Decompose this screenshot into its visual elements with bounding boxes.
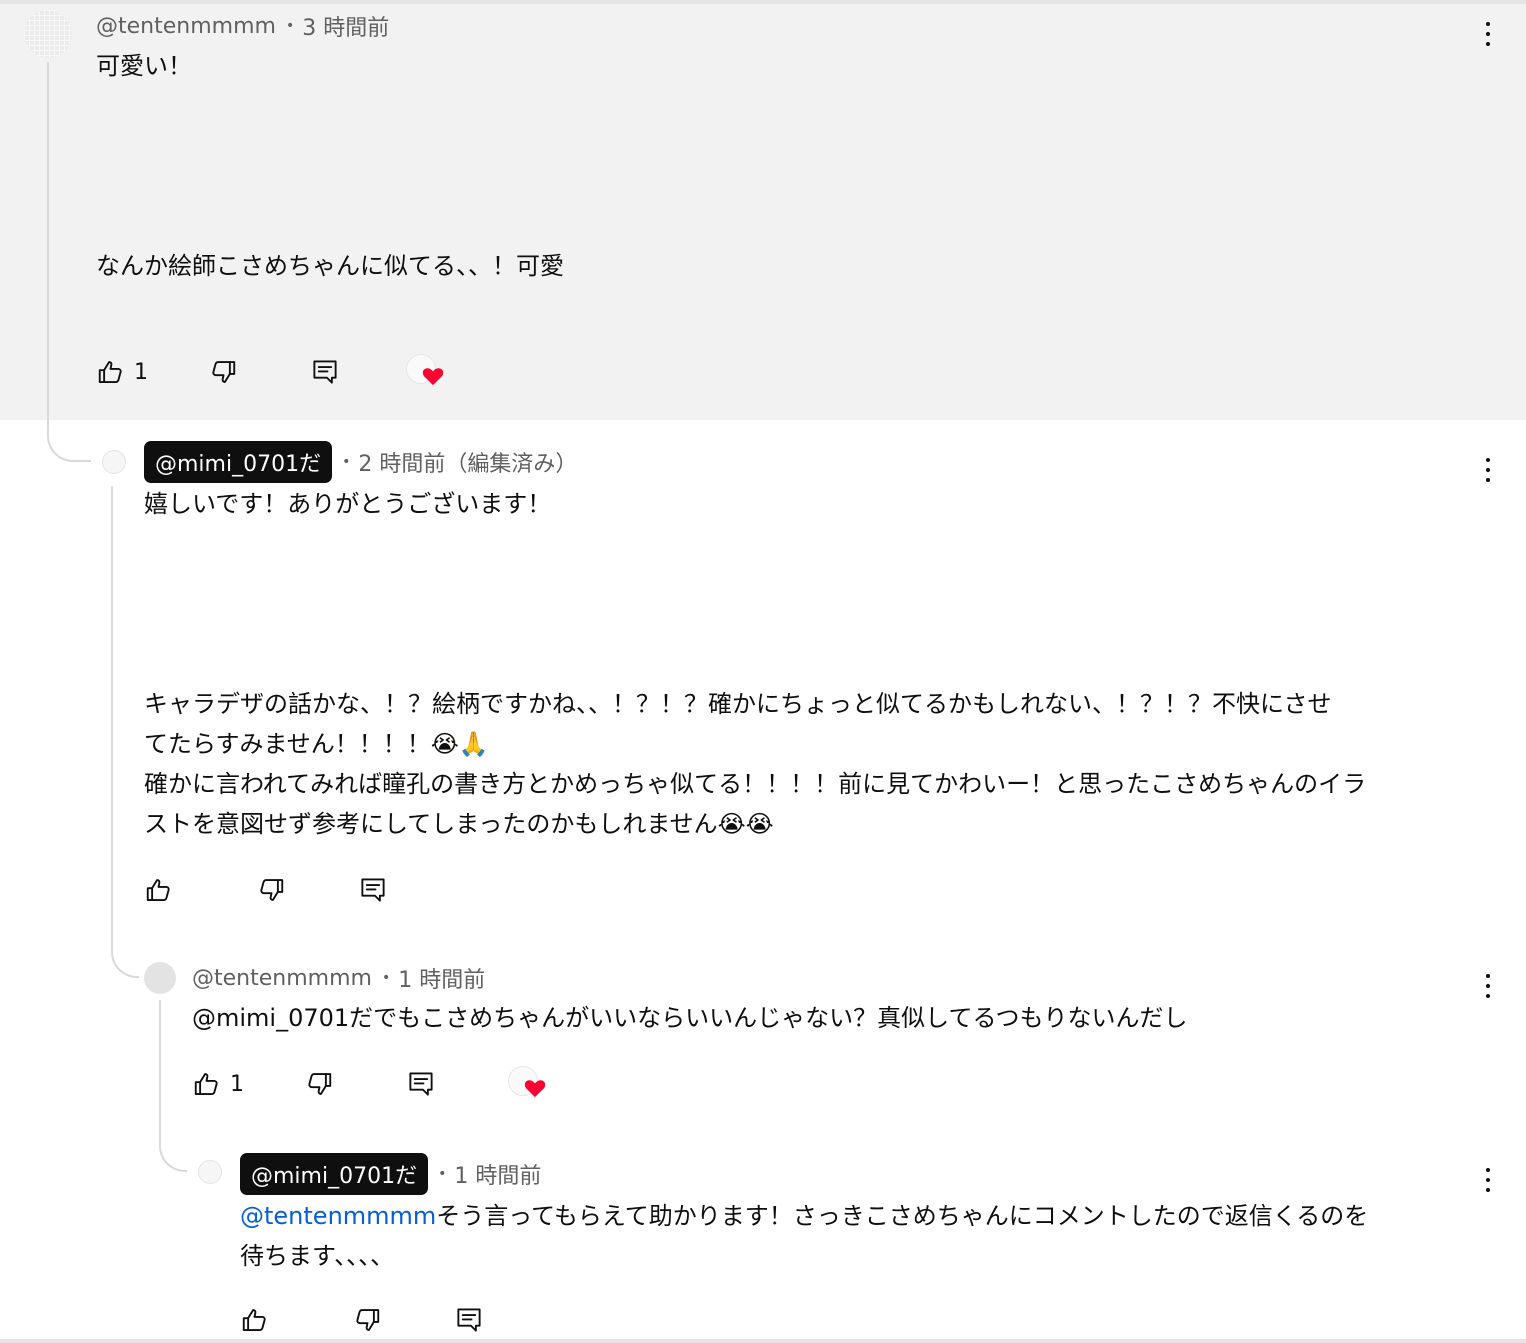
reply-button[interactable] [358,872,388,908]
comment-header: @tentenmmmm • 1 時間前 [192,962,485,994]
like-count: 1 [230,1071,244,1097]
comment-line: @mimi_0701だでもこさめちゃんがいいならいいんじゃない？真似してるつもり… [192,1004,1188,1032]
creator-heart-icon[interactable] [406,354,446,390]
dislike-button[interactable] [304,1066,334,1102]
like-button[interactable] [240,1302,270,1338]
comment-line: てたらすみません！！！！😭🙏 [144,730,489,758]
more-actions-button[interactable] [1478,456,1498,488]
separator-dot: • [381,970,391,986]
more-actions-button[interactable] [1478,20,1498,52]
dislike-button[interactable] [352,1302,382,1338]
comment-text: 可愛い！ なんか絵師こさめちゃんに似てる、、！可愛 [96,46,564,286]
comment-header: @mimi_0701だ • 2 時間前（編集済み） [144,441,577,483]
comment-actions: 1 [96,354,496,390]
dislike-button[interactable] [256,872,286,908]
thumbs-up-icon [240,1305,270,1335]
comment-line: 待ちます、、、、 [240,1242,395,1270]
comment-actions [240,1302,540,1338]
comment-line: 可愛い！ [96,52,192,80]
comment-actions: 1 [192,1066,592,1102]
like-button[interactable]: 1 [192,1066,244,1102]
like-button[interactable] [144,872,174,908]
reply-button[interactable] [454,1302,484,1338]
thumbs-down-icon [352,1305,382,1335]
thread-connector [47,420,91,462]
channel-owner-handle[interactable]: @mimi_0701だ [144,441,333,483]
reply-icon [310,357,340,387]
thread-line [159,1000,161,1130]
comment-text: @tentenmmmmそう言ってもらえて助かります！さっきこさめちゃんにコメント… [240,1196,1368,1276]
separator-dot: • [285,18,295,34]
channel-owner-handle[interactable]: @mimi_0701だ [240,1153,429,1195]
avatar[interactable] [198,1160,222,1184]
timestamp[interactable]: 1 時間前 [454,1158,541,1190]
like-button[interactable]: 1 [96,354,148,390]
timestamp[interactable]: 2 時間前（編集済み） [358,446,577,478]
comment-line: 確かに言われてみれば瞳孔の書き方とかめっちゃ似てる！！！！前に見てかわいー！と思… [144,770,1367,798]
creator-heart-icon[interactable] [508,1066,548,1102]
more-actions-button[interactable] [1478,1166,1498,1198]
comment-line: ストを意図せず参考にしてしまったのかもしれません😭😭 [144,810,774,838]
separator-dot: • [438,1166,447,1182]
thumbs-up-icon [192,1069,222,1099]
comment-line: @tentenmmmmそう言ってもらえて助かります！さっきこさめちゃんにコメント… [240,1196,1368,1236]
author-handle[interactable]: @tentenmmmm [192,966,372,991]
comment-actions [144,872,444,908]
like-count: 1 [134,359,148,385]
thread-line [47,62,49,420]
dislike-button[interactable] [208,354,238,390]
comment-line: キャラデザの話かな、！？絵柄ですかね、、！？！？確かにちょっと似てるかもしれない… [144,690,1332,718]
timestamp[interactable]: 3 時間前 [302,10,389,42]
separator-dot: • [342,454,351,470]
more-actions-button[interactable] [1478,972,1498,1004]
thumbs-up-icon [144,875,174,905]
comment-line: なんか絵師こさめちゃんに似てる、、！可愛 [96,252,564,280]
thumbs-down-icon [256,875,286,905]
thread-line [111,486,113,936]
thumbs-up-icon [96,357,126,387]
thumbs-down-icon [208,357,238,387]
comment-header: @mimi_0701だ • 1 時間前 [240,1153,541,1195]
thumbs-down-icon [304,1069,334,1099]
comment-line-text: そう言ってもらえて助かります！さっきこさめちゃんにコメントしたので返信くるのを [436,1202,1369,1230]
reply-icon [406,1069,436,1099]
reply-button[interactable] [406,1066,436,1102]
avatar[interactable] [24,10,72,58]
thread-connector [111,936,139,978]
timestamp[interactable]: 1 時間前 [398,962,485,994]
comment-header: @tentenmmmm • 3 時間前 [96,10,389,42]
reply-icon [454,1305,484,1335]
author-handle[interactable]: @tentenmmmm [96,14,276,39]
mention-link[interactable]: @tentenmmmm [240,1202,436,1230]
thread-connector [159,1130,187,1172]
bottom-divider [0,1339,1526,1343]
comment-text: @mimi_0701だでもこさめちゃんがいいならいいんじゃない？真似してるつもり… [192,998,1188,1038]
avatar[interactable] [102,450,126,474]
comment-line: 嬉しいです！ありがとうございます！ [144,490,552,518]
avatar[interactable] [144,962,176,994]
reply-icon [358,875,388,905]
reply-button[interactable] [310,354,340,390]
comment-text: 嬉しいです！ありがとうございます！ キャラデザの話かな、！？絵柄ですかね、、！？… [144,484,1366,844]
